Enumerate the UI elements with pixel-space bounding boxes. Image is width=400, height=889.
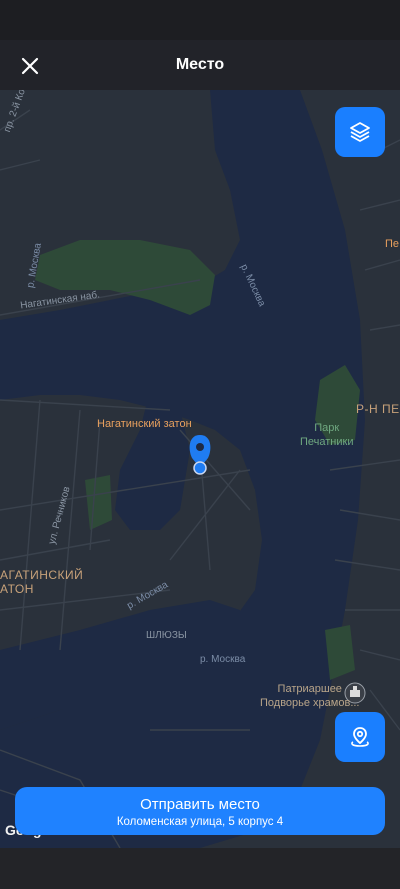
header: Место: [0, 40, 400, 90]
status-bar: [0, 0, 400, 40]
station-label: Нагатинский затон: [97, 418, 192, 430]
navigation-bar: [0, 848, 400, 889]
district-label: АГАТИНСКИЙ АТОН: [0, 568, 84, 596]
district-label: Р-Н ПЕ: [356, 402, 400, 416]
locks-label: ШЛЮЗЫ: [146, 630, 187, 641]
location-pin-icon: [351, 727, 369, 747]
page-title: Место: [175, 56, 225, 73]
layers-icon: [350, 122, 370, 142]
screen: Место пр. 2-й Ко р. Москва р. Москва Наг…: [0, 0, 400, 889]
poi-label: Патриаршее Подворье храмов...: [260, 683, 360, 709]
address-label: Коломенская улица, 5 корпус 4: [116, 816, 284, 828]
map-layers-button[interactable]: [335, 107, 385, 157]
map-view[interactable]: пр. 2-й Ко р. Москва р. Москва Нагатинск…: [0, 90, 400, 848]
send-location-button[interactable]: Отправить место Коломенская улица, 5 кор…: [15, 787, 385, 835]
river-label: р. Москва: [200, 654, 246, 665]
send-location-label: Отправить место: [140, 796, 260, 813]
my-location-button[interactable]: [335, 712, 385, 762]
park-label: Парк Печатники: [300, 422, 354, 448]
place-label: Пе: [385, 238, 400, 250]
